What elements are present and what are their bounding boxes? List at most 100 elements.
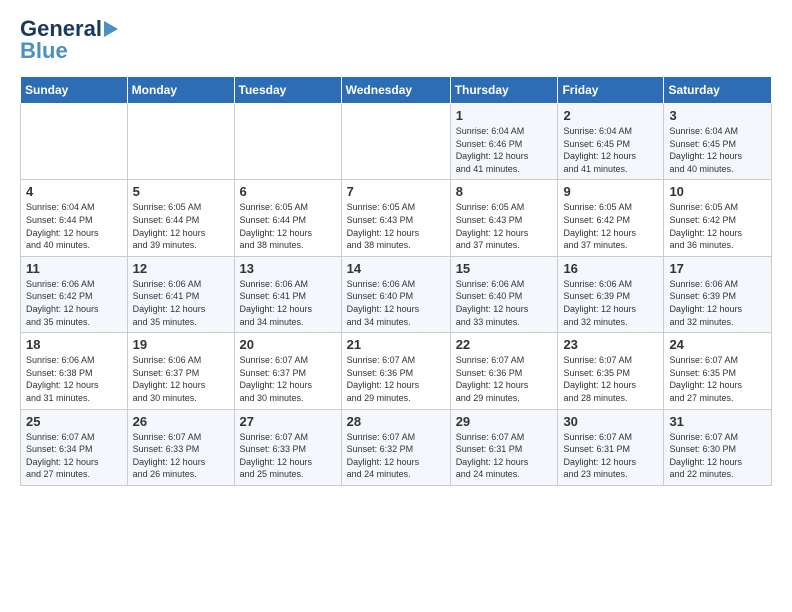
calendar-cell: 28 Sunrise: 6:07 AM Sunset: 6:32 PM Dayli… (341, 409, 450, 485)
calendar-cell (341, 104, 450, 180)
header-monday: Monday (127, 77, 234, 104)
calendar-cell: 19Sunrise: 6:06 AM Sunset: 6:37 PM Dayli… (127, 333, 234, 409)
calendar-cell: 17Sunrise: 6:06 AM Sunset: 6:39 PM Dayli… (664, 256, 772, 332)
calendar-cell: 26 Sunrise: 6:07 AM Sunset: 6:33 PM Dayli… (127, 409, 234, 485)
calendar-cell: 9 Sunrise: 6:05 AM Sunset: 6:42 PM Daylig… (558, 180, 664, 256)
cell-day-info: Sunrise: 6:07 AM Sunset: 6:35 PM Dayligh… (669, 354, 766, 404)
cell-day-info: Sunrise: 6:06 AM Sunset: 6:42 PM Dayligh… (26, 278, 122, 328)
header-tuesday: Tuesday (234, 77, 341, 104)
cell-day-number: 11 (26, 261, 122, 276)
week-row-2: 11 Sunrise: 6:06 AM Sunset: 6:42 PM Dayli… (21, 256, 772, 332)
header-sunday: Sunday (21, 77, 128, 104)
calendar-cell: 14 Sunrise: 6:06 AM Sunset: 6:40 PM Dayli… (341, 256, 450, 332)
cell-day-number: 24 (669, 337, 766, 352)
header-thursday: Thursday (450, 77, 558, 104)
week-row-0: 1Sunrise: 6:04 AM Sunset: 6:46 PM Daylig… (21, 104, 772, 180)
cell-day-info: Sunrise: 6:07 AM Sunset: 6:36 PM Dayligh… (347, 354, 445, 404)
cell-day-number: 23 (563, 337, 658, 352)
cell-day-info: Sunrise: 6:06 AM Sunset: 6:40 PM Dayligh… (456, 278, 553, 328)
cell-day-info: Sunrise: 6:06 AM Sunset: 6:38 PM Dayligh… (26, 354, 122, 404)
cell-day-number: 25 (26, 414, 122, 429)
calendar-cell: 15 Sunrise: 6:06 AM Sunset: 6:40 PM Dayli… (450, 256, 558, 332)
cell-day-info: Sunrise: 6:07 AM Sunset: 6:36 PM Dayligh… (456, 354, 553, 404)
cell-day-info: Sunrise: 6:07 AM Sunset: 6:30 PM Dayligh… (669, 431, 766, 481)
cell-day-number: 4 (26, 184, 122, 199)
cell-day-info: Sunrise: 6:05 AM Sunset: 6:42 PM Dayligh… (669, 201, 766, 251)
calendar-cell: 16 Sunrise: 6:06 AM Sunset: 6:39 PM Dayli… (558, 256, 664, 332)
calendar-cell: 18Sunrise: 6:06 AM Sunset: 6:38 PM Dayli… (21, 333, 128, 409)
logo: General Blue (20, 16, 118, 64)
cell-day-number: 27 (240, 414, 336, 429)
logo-blue: Blue (20, 38, 68, 64)
cell-day-number: 6 (240, 184, 336, 199)
cell-day-info: Sunrise: 6:05 AM Sunset: 6:43 PM Dayligh… (347, 201, 445, 251)
calendar-header: SundayMondayTuesdayWednesdayThursdayFrid… (21, 77, 772, 104)
header-wednesday: Wednesday (341, 77, 450, 104)
cell-day-number: 21 (347, 337, 445, 352)
cell-day-info: Sunrise: 6:06 AM Sunset: 6:39 PM Dayligh… (563, 278, 658, 328)
cell-day-number: 5 (133, 184, 229, 199)
calendar-cell: 13 Sunrise: 6:06 AM Sunset: 6:41 PM Dayli… (234, 256, 341, 332)
page: General Blue SundayMondayTuesdayWednesda… (0, 0, 792, 502)
calendar-cell (21, 104, 128, 180)
week-row-3: 18Sunrise: 6:06 AM Sunset: 6:38 PM Dayli… (21, 333, 772, 409)
cell-day-number: 26 (133, 414, 229, 429)
cell-day-number: 1 (456, 108, 553, 123)
cell-day-info: Sunrise: 6:07 AM Sunset: 6:34 PM Dayligh… (26, 431, 122, 481)
header: General Blue (20, 16, 772, 64)
cell-day-info: Sunrise: 6:04 AM Sunset: 6:45 PM Dayligh… (563, 125, 658, 175)
cell-day-number: 20 (240, 337, 336, 352)
calendar-cell: 5 Sunrise: 6:05 AM Sunset: 6:44 PM Daylig… (127, 180, 234, 256)
calendar-cell: 8Sunrise: 6:05 AM Sunset: 6:43 PM Daylig… (450, 180, 558, 256)
cell-day-number: 14 (347, 261, 445, 276)
calendar-cell (234, 104, 341, 180)
cell-day-number: 31 (669, 414, 766, 429)
calendar-cell: 27 Sunrise: 6:07 AM Sunset: 6:33 PM Dayli… (234, 409, 341, 485)
cell-day-number: 3 (669, 108, 766, 123)
header-saturday: Saturday (664, 77, 772, 104)
cell-day-info: Sunrise: 6:06 AM Sunset: 6:40 PM Dayligh… (347, 278, 445, 328)
cell-day-info: Sunrise: 6:06 AM Sunset: 6:41 PM Dayligh… (240, 278, 336, 328)
cell-day-number: 10 (669, 184, 766, 199)
header-friday: Friday (558, 77, 664, 104)
cell-day-info: Sunrise: 6:05 AM Sunset: 6:44 PM Dayligh… (133, 201, 229, 251)
cell-day-info: Sunrise: 6:05 AM Sunset: 6:44 PM Dayligh… (240, 201, 336, 251)
week-row-1: 4Sunrise: 6:04 AM Sunset: 6:44 PM Daylig… (21, 180, 772, 256)
cell-day-info: Sunrise: 6:07 AM Sunset: 6:33 PM Dayligh… (240, 431, 336, 481)
header-row: SundayMondayTuesdayWednesdayThursdayFrid… (21, 77, 772, 104)
cell-day-number: 22 (456, 337, 553, 352)
cell-day-number: 29 (456, 414, 553, 429)
calendar-cell: 4Sunrise: 6:04 AM Sunset: 6:44 PM Daylig… (21, 180, 128, 256)
calendar-cell: 22 Sunrise: 6:07 AM Sunset: 6:36 PM Dayli… (450, 333, 558, 409)
calendar-cell: 31 Sunrise: 6:07 AM Sunset: 6:30 PM Dayli… (664, 409, 772, 485)
cell-day-number: 15 (456, 261, 553, 276)
cell-day-number: 19 (133, 337, 229, 352)
calendar-cell: 20Sunrise: 6:07 AM Sunset: 6:37 PM Dayli… (234, 333, 341, 409)
calendar-cell: 10 Sunrise: 6:05 AM Sunset: 6:42 PM Dayli… (664, 180, 772, 256)
cell-day-info: Sunrise: 6:07 AM Sunset: 6:31 PM Dayligh… (456, 431, 553, 481)
cell-day-number: 28 (347, 414, 445, 429)
calendar-cell: 23Sunrise: 6:07 AM Sunset: 6:35 PM Dayli… (558, 333, 664, 409)
cell-day-info: Sunrise: 6:07 AM Sunset: 6:31 PM Dayligh… (563, 431, 658, 481)
cell-day-info: Sunrise: 6:06 AM Sunset: 6:41 PM Dayligh… (133, 278, 229, 328)
cell-day-number: 9 (563, 184, 658, 199)
logo-arrow-icon (104, 21, 118, 37)
calendar-cell: 3 Sunrise: 6:04 AM Sunset: 6:45 PM Daylig… (664, 104, 772, 180)
cell-day-info: Sunrise: 6:07 AM Sunset: 6:32 PM Dayligh… (347, 431, 445, 481)
cell-day-number: 16 (563, 261, 658, 276)
cell-day-info: Sunrise: 6:05 AM Sunset: 6:42 PM Dayligh… (563, 201, 658, 251)
cell-day-number: 13 (240, 261, 336, 276)
cell-day-number: 12 (133, 261, 229, 276)
calendar-cell: 7Sunrise: 6:05 AM Sunset: 6:43 PM Daylig… (341, 180, 450, 256)
calendar-cell: 24 Sunrise: 6:07 AM Sunset: 6:35 PM Dayli… (664, 333, 772, 409)
calendar-cell: 25 Sunrise: 6:07 AM Sunset: 6:34 PM Dayli… (21, 409, 128, 485)
calendar-cell: 21 Sunrise: 6:07 AM Sunset: 6:36 PM Dayli… (341, 333, 450, 409)
cell-day-number: 30 (563, 414, 658, 429)
calendar-cell (127, 104, 234, 180)
cell-day-info: Sunrise: 6:06 AM Sunset: 6:39 PM Dayligh… (669, 278, 766, 328)
cell-day-info: Sunrise: 6:04 AM Sunset: 6:45 PM Dayligh… (669, 125, 766, 175)
cell-day-number: 2 (563, 108, 658, 123)
cell-day-info: Sunrise: 6:07 AM Sunset: 6:33 PM Dayligh… (133, 431, 229, 481)
calendar-cell: 29 Sunrise: 6:07 AM Sunset: 6:31 PM Dayli… (450, 409, 558, 485)
cell-day-number: 8 (456, 184, 553, 199)
